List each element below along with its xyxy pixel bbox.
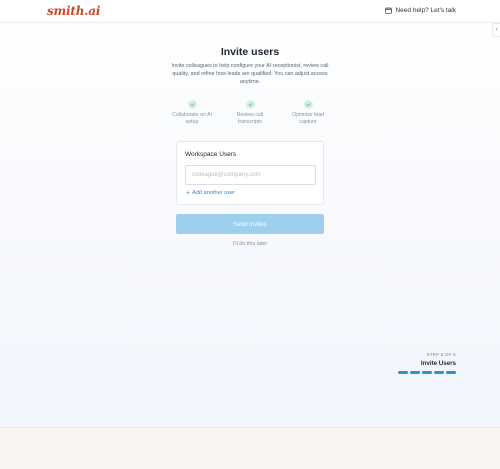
chevron-left-icon: ‹ [495, 27, 498, 33]
page-subtitle: Invite colleagues to help configure your… [171, 63, 329, 85]
add-another-user-label: Add another user [192, 190, 236, 196]
benefit-item: Optimize lead capture [284, 100, 332, 125]
benefit-item: Review call transcripts [226, 100, 274, 125]
check-icon [187, 100, 197, 109]
progress-segment [398, 371, 408, 374]
workspace-users-card: Workspace Users + Add another user [176, 141, 324, 205]
progress-segment [446, 371, 456, 374]
onboarding-progress: STEP 5 OF 5 Invite Users [398, 352, 456, 374]
benefit-item: Collaborate on AI setup [168, 100, 216, 125]
progress-segment [434, 371, 444, 374]
benefit-label: Review call transcripts [236, 112, 264, 125]
send-invites-button[interactable]: Send invites [176, 214, 324, 234]
skip-link[interactable]: I'll do this later [0, 241, 500, 247]
step-name: Invite Users [420, 360, 456, 367]
check-icon [245, 100, 255, 109]
need-help-label: Need help? Let's talk [395, 7, 456, 14]
progress-segment [410, 371, 420, 374]
step-counter: STEP 5 OF 5 [426, 352, 456, 357]
side-panel-toggle[interactable]: ‹ [492, 23, 500, 37]
need-help-link[interactable]: Need help? Let's talk [385, 7, 456, 14]
top-header: smith.ai Need help? Let's talk [0, 0, 500, 23]
smith-ai-logo[interactable]: smith.ai [47, 4, 100, 18]
app-canvas: smith.ai Need help? Let's talk ‹ Invite … [0, 0, 500, 428]
check-icon [303, 100, 313, 109]
workspace-users-title: Workspace Users [185, 151, 237, 158]
calendar-icon [385, 7, 393, 14]
benefits-list: Collaborate on AI setup Review call tran… [168, 100, 332, 125]
add-another-user-link[interactable]: + Add another user [186, 189, 236, 197]
benefit-label: Optimize lead capture [292, 112, 324, 125]
progress-segment [422, 371, 432, 374]
colleague-email-input[interactable] [185, 165, 316, 185]
progress-bars [398, 371, 456, 374]
plus-icon: + [186, 189, 191, 197]
page-title: Invite users [220, 46, 280, 58]
benefit-label: Collaborate on AI setup [172, 112, 212, 125]
